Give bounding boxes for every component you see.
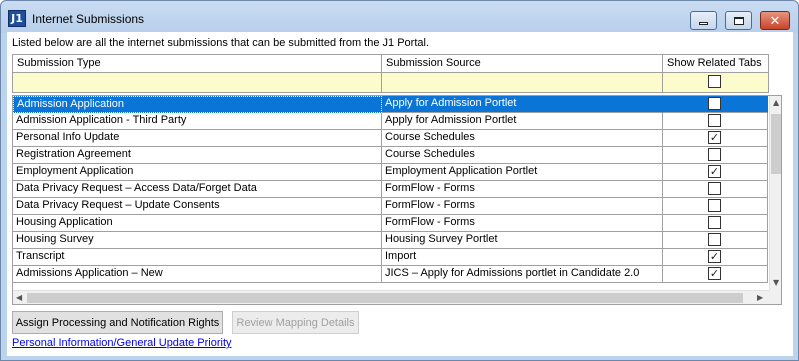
cell-submission-type[interactable]: Data Privacy Request – Update Consents	[13, 198, 382, 215]
cell-submission-source[interactable]: JICS – Apply for Admissions portlet in C…	[382, 266, 663, 283]
window-title: Internet Submissions	[32, 12, 145, 26]
cell-submission-source[interactable]: Apply for Admission Portlet	[382, 96, 663, 113]
submissions-rows: Admission Application Apply for Admission…	[13, 96, 769, 290]
window-content: Listed below are all the internet submis…	[7, 32, 793, 356]
cell-submission-type[interactable]: Employment Application	[13, 164, 382, 181]
cell-submission-source[interactable]: Apply for Admission Portlet	[382, 113, 663, 130]
table-row[interactable]: Data Privacy Request – Access Data/Forge…	[13, 181, 768, 198]
assign-processing-rights-button[interactable]: Assign Processing and Notification Right…	[12, 311, 223, 334]
table-row[interactable]: Admissions Application – New JICS – Apply…	[13, 266, 768, 283]
scroll-left-icon[interactable]: ◀	[16, 293, 22, 302]
table-row[interactable]: Employment Application Employment Applica…	[13, 164, 768, 181]
maximize-button[interactable]	[725, 11, 752, 30]
cell-show-related-tabs	[663, 232, 768, 249]
cell-submission-source[interactable]: Course Schedules	[382, 130, 663, 147]
cell-submission-source[interactable]: Employment Application Portlet	[382, 164, 663, 181]
maximize-icon	[733, 16, 744, 25]
show-related-tabs-checkbox[interactable]	[708, 199, 721, 212]
cell-submission-type[interactable]: Housing Application	[13, 215, 382, 232]
cell-submission-type[interactable]: Admission Application	[13, 96, 382, 113]
filter-show-related-tabs	[663, 73, 768, 92]
show-related-tabs-checkbox[interactable]	[708, 114, 721, 127]
filter-show-related-tabs-checkbox[interactable]	[708, 75, 721, 88]
table-row[interactable]: Data Privacy Request – Update Consents Fo…	[13, 198, 768, 215]
table-row[interactable]: Housing Application FormFlow - Forms	[13, 215, 768, 232]
cell-submission-type[interactable]: Admission Application - Third Party	[13, 113, 382, 130]
table-row[interactable]: Transcript Import ✓	[13, 249, 768, 266]
close-icon: ✕	[769, 13, 781, 28]
cell-submission-source[interactable]: FormFlow - Forms	[382, 198, 663, 215]
cell-submission-source[interactable]: FormFlow - Forms	[382, 215, 663, 232]
table-row[interactable]: Admission Application - Third Party Apply…	[13, 113, 768, 130]
minimize-icon	[699, 21, 708, 25]
cell-show-related-tabs	[663, 198, 768, 215]
show-related-tabs-checkbox[interactable]	[708, 148, 721, 161]
scroll-right-icon[interactable]: ▶	[757, 293, 763, 302]
cell-submission-source[interactable]: FormFlow - Forms	[382, 181, 663, 198]
cell-show-related-tabs	[663, 215, 768, 232]
horizontal-scroll-thumb[interactable]	[27, 293, 743, 303]
table-row[interactable]: Registration Agreement Course Schedules	[13, 147, 768, 164]
horizontal-scrollbar[interactable]: ◀ ▶	[13, 290, 769, 304]
cell-show-related-tabs	[663, 147, 768, 164]
filter-submission-type[interactable]	[13, 73, 382, 92]
vertical-scrollbar[interactable]: ▲ ▼	[769, 96, 781, 290]
j1-app-icon: J1	[8, 10, 26, 27]
minimize-button[interactable]	[690, 11, 717, 30]
cell-submission-source[interactable]: Course Schedules	[382, 147, 663, 164]
submissions-grid: Admission Application Apply for Admission…	[12, 95, 782, 305]
internet-submissions-window: J1 Internet Submissions ✕ Listed below a…	[0, 0, 799, 361]
vertical-scroll-thumb[interactable]	[771, 114, 781, 174]
show-related-tabs-checkbox[interactable]	[708, 97, 721, 110]
cell-show-related-tabs	[663, 181, 768, 198]
column-header-show-related-tabs[interactable]: Show Related Tabs	[663, 55, 768, 73]
personal-information-update-priority-link[interactable]: Personal Information/General Update Prio…	[12, 337, 232, 349]
show-related-tabs-checkbox[interactable]: ✓	[708, 165, 721, 178]
cell-show-related-tabs	[663, 96, 768, 113]
cell-show-related-tabs: ✓	[663, 130, 768, 147]
show-related-tabs-checkbox[interactable]: ✓	[708, 250, 721, 263]
cell-submission-type[interactable]: Admissions Application – New	[13, 266, 382, 283]
filter-row	[13, 73, 768, 92]
scroll-down-icon[interactable]: ▼	[773, 278, 779, 287]
show-related-tabs-checkbox[interactable]	[708, 216, 721, 229]
show-related-tabs-checkbox[interactable]	[708, 182, 721, 195]
cell-submission-type[interactable]: Personal Info Update	[13, 130, 382, 147]
table-row[interactable]: Housing Survey Housing Survey Portlet	[13, 232, 768, 249]
table-row[interactable]: Admission Application Apply for Admission…	[13, 96, 768, 113]
column-header-submission-type[interactable]: Submission Type	[13, 55, 382, 73]
cell-submission-type[interactable]: Housing Survey	[13, 232, 382, 249]
description-text: Listed below are all the internet submis…	[12, 37, 429, 49]
show-related-tabs-checkbox[interactable]: ✓	[708, 267, 721, 280]
cell-submission-type[interactable]: Registration Agreement	[13, 147, 382, 164]
show-related-tabs-checkbox[interactable]: ✓	[708, 131, 721, 144]
scrollbar-corner	[769, 290, 781, 304]
scroll-up-icon[interactable]: ▲	[773, 98, 779, 107]
header-grid: Submission Type Submission Source Show R…	[12, 54, 769, 93]
review-mapping-details-button[interactable]: Review Mapping Details	[232, 311, 359, 334]
cell-submission-source[interactable]: Housing Survey Portlet	[382, 232, 663, 249]
filter-submission-source[interactable]	[382, 73, 663, 92]
table-row[interactable]: Personal Info Update Course Schedules ✓	[13, 130, 768, 147]
column-header-submission-source[interactable]: Submission Source	[382, 55, 663, 73]
cell-submission-type[interactable]: Data Privacy Request – Access Data/Forge…	[13, 181, 382, 198]
cell-show-related-tabs: ✓	[663, 266, 768, 283]
title-bar[interactable]: J1 Internet Submissions ✕	[1, 1, 798, 33]
close-button[interactable]: ✕	[760, 11, 790, 30]
show-related-tabs-checkbox[interactable]	[708, 233, 721, 246]
cell-show-related-tabs: ✓	[663, 164, 768, 181]
cell-show-related-tabs: ✓	[663, 249, 768, 266]
cell-submission-type[interactable]: Transcript	[13, 249, 382, 266]
cell-show-related-tabs	[663, 113, 768, 130]
cell-submission-source[interactable]: Import	[382, 249, 663, 266]
